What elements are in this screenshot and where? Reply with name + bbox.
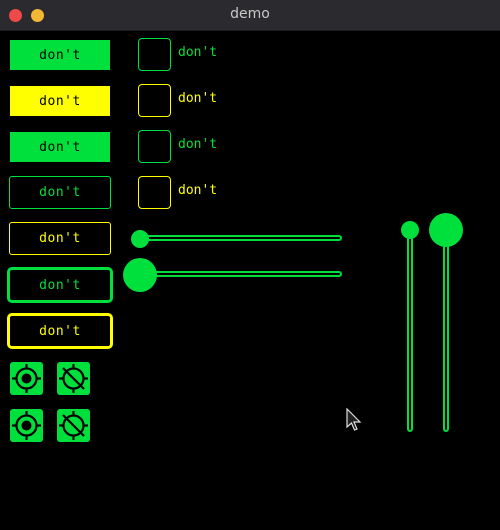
- horizontal-slider-track-2[interactable]: [140, 271, 342, 277]
- horizontal-slider-track-1[interactable]: [140, 235, 342, 241]
- checkbox-label: don't: [178, 137, 218, 152]
- no-target-icon: [59, 411, 88, 440]
- title-bar: demo: [0, 0, 500, 31]
- checkbox-green-1[interactable]: [138, 38, 171, 71]
- button-filled-yellow[interactable]: don't: [10, 86, 110, 116]
- checkbox-yellow-1[interactable]: [138, 84, 171, 117]
- checkbox-green-2[interactable]: [138, 130, 171, 163]
- button-outline-green[interactable]: don't: [9, 176, 111, 209]
- vertical-slider-knob-small[interactable]: [401, 221, 419, 239]
- button-outline-yellow[interactable]: don't: [9, 222, 111, 255]
- button-filled-green-2[interactable]: don't: [10, 132, 110, 162]
- vertical-slider-track-2[interactable]: [443, 230, 449, 432]
- no-target-icon: [59, 364, 88, 393]
- checkbox-label: don't: [178, 91, 218, 106]
- button-thick-outline-yellow[interactable]: don't: [7, 313, 113, 349]
- checkbox-yellow-2[interactable]: [138, 176, 171, 209]
- window-title: demo: [230, 6, 270, 22]
- vertical-slider-knob-large[interactable]: [429, 213, 463, 247]
- no-target-icon-button-1[interactable]: [57, 362, 90, 395]
- target-icon-button-2[interactable]: [10, 409, 43, 442]
- button-thick-outline-green[interactable]: don't: [7, 267, 113, 303]
- no-target-icon-button-2[interactable]: [57, 409, 90, 442]
- target-icon: [12, 364, 41, 393]
- button-filled-green-1[interactable]: don't: [10, 40, 110, 70]
- checkbox-label: don't: [178, 45, 218, 60]
- checkbox-label: don't: [178, 183, 218, 198]
- target-icon-button-1[interactable]: [10, 362, 43, 395]
- horizontal-slider-knob-small[interactable]: [131, 230, 149, 248]
- mouse-cursor-icon: [346, 408, 362, 431]
- target-icon: [12, 411, 41, 440]
- vertical-slider-track-1[interactable]: [407, 230, 413, 432]
- horizontal-slider-knob-large[interactable]: [123, 258, 157, 292]
